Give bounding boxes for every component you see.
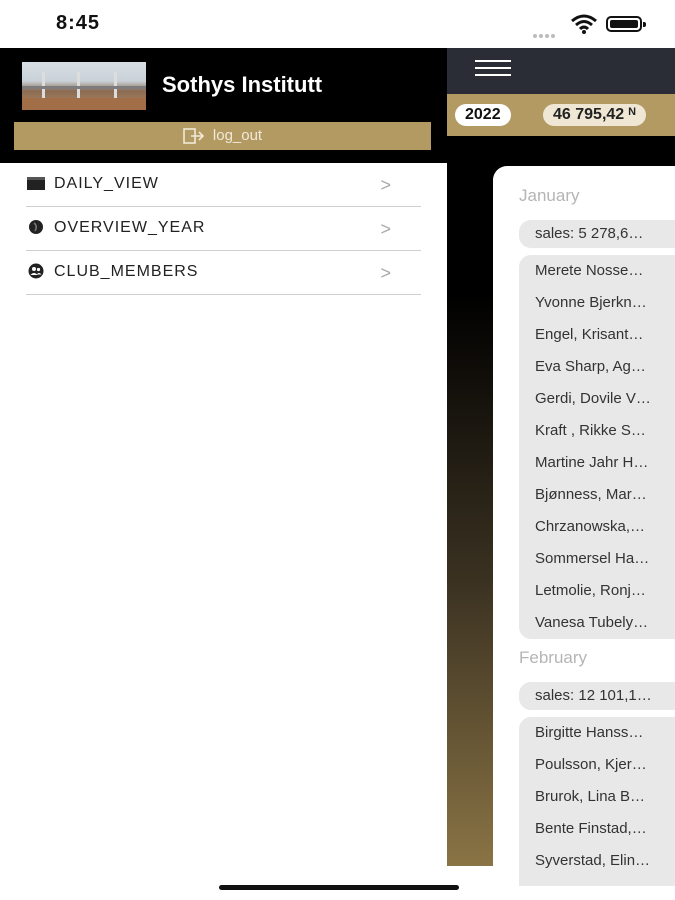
list-item[interactable]: Letmolie, Ronj… bbox=[519, 575, 675, 607]
list-item[interactable]: Vanesa Tubely… bbox=[519, 607, 675, 639]
month-sales: sales: 5 278,6… bbox=[519, 220, 675, 248]
logout-icon bbox=[183, 128, 205, 144]
users-icon bbox=[28, 263, 44, 279]
sidebar-drawer: Sothys Institutt log_out DAILY_VIEW > OV… bbox=[0, 48, 447, 900]
chevron-right-icon: > bbox=[380, 219, 391, 239]
list-item[interactable]: Martine Jahr H… bbox=[519, 447, 675, 479]
status-bar: 8:45 bbox=[0, 0, 675, 48]
sidebar-item-label: DAILY_VIEW bbox=[54, 175, 159, 192]
wifi-icon bbox=[571, 14, 597, 34]
logout-label: log_out bbox=[212, 127, 263, 144]
month-sales: sales: 12 101,1… bbox=[519, 682, 675, 710]
list-item[interactable]: Syverstad, Elin… bbox=[519, 845, 675, 877]
battery-icon bbox=[606, 16, 646, 32]
member-list: Birgitte Hanss… Poulsson, Kjer… Brurok, … bbox=[519, 717, 675, 886]
institute-name: Sothys Institutt bbox=[162, 72, 323, 97]
sidebar-header: Sothys Institutt log_out bbox=[0, 48, 447, 163]
list-item[interactable]: Yvonne Bjerkn… bbox=[519, 287, 675, 319]
member-list: Merete Nosse… Yvonne Bjerkn… Engel, Kris… bbox=[519, 255, 675, 639]
year-chip[interactable]: 2022 bbox=[455, 104, 511, 126]
top-bar bbox=[447, 48, 675, 94]
globe-icon bbox=[29, 220, 43, 234]
list-item[interactable]: Engel, Krisant… bbox=[519, 319, 675, 351]
list-item[interactable]: Birgitte Hanss… bbox=[519, 717, 675, 749]
status-time: 8:45 bbox=[56, 12, 101, 34]
sidebar-item-daily-view[interactable]: DAILY_VIEW > bbox=[26, 163, 421, 207]
sales-card: January sales: 5 278,6… Merete Nosse… Yv… bbox=[493, 166, 675, 886]
sidebar-item-label: CLUB_MEMBERS bbox=[54, 263, 199, 280]
total-sales-chip: 46 795,42 ᴺ bbox=[543, 104, 646, 126]
sidebar-item-club-members[interactable]: CLUB_MEMBERS > bbox=[26, 251, 421, 295]
institute-photo bbox=[22, 62, 146, 110]
list-item[interactable]: Brurok, Lina B… bbox=[519, 781, 675, 813]
sidebar-item-label: OVERVIEW_YEAR bbox=[54, 219, 206, 236]
home-indicator bbox=[219, 885, 459, 890]
cellular-signal-icon bbox=[533, 25, 557, 43]
month-heading: January bbox=[519, 186, 580, 205]
list-item[interactable]: Poulsson, Kjer… bbox=[519, 749, 675, 781]
list-item[interactable]: Chrzanowska,… bbox=[519, 511, 675, 543]
hamburger-menu-icon[interactable] bbox=[475, 60, 511, 80]
list-item[interactable]: Bjønness, Mar… bbox=[519, 479, 675, 511]
list-item[interactable]: Gerdi, Dovile V… bbox=[519, 383, 675, 415]
year-bar: 2022 46 795,42 ᴺ bbox=[447, 94, 675, 136]
list-item[interactable]: Eva Sharp, Ag… bbox=[519, 351, 675, 383]
list-item[interactable]: Merete Nosse… bbox=[519, 255, 675, 287]
list-item[interactable]: Kraft , Rikke S… bbox=[519, 415, 675, 447]
chevron-right-icon: > bbox=[380, 175, 391, 195]
chevron-right-icon: > bbox=[380, 263, 391, 283]
list-item[interactable]: Sommersel Ha… bbox=[519, 543, 675, 575]
calendar-icon bbox=[27, 177, 45, 190]
main-content: 2022 46 795,42 ᴺ January sales: 5 278,6…… bbox=[447, 48, 675, 886]
logout-button[interactable]: log_out bbox=[14, 122, 431, 150]
month-heading: February bbox=[519, 648, 588, 667]
list-item[interactable]: Bente Finstad,… bbox=[519, 813, 675, 845]
sidebar-item-overview-year[interactable]: OVERVIEW_YEAR > bbox=[26, 207, 421, 251]
